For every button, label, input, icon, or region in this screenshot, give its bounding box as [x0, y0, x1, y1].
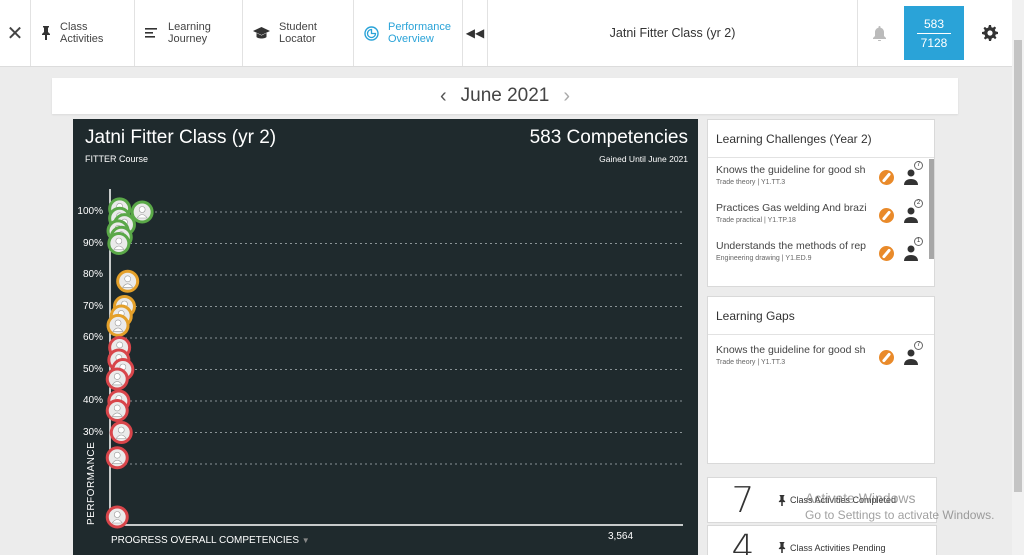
class-title: Jatni Fitter Class (yr 2) — [488, 0, 858, 66]
double-chevron-left-icon: ◀◀ — [465, 26, 485, 40]
student-point[interactable] — [105, 398, 129, 422]
learning-challenges-title: Learning Challenges (Year 2) — [708, 120, 934, 158]
nav-student-locator-label: Student Locator — [279, 21, 317, 45]
y-tick-label: 50% — [82, 363, 103, 375]
nav-class-activities-label: Class Activities — [60, 21, 104, 45]
challenge-item-meta: Trade theory | Y1.TT.3 — [716, 179, 786, 186]
pin-icon — [778, 494, 786, 506]
y-tick-label: 40% — [82, 395, 103, 406]
y-tick-label: 80% — [82, 269, 103, 280]
nav-learning-journey-label: Learning Journey — [168, 21, 211, 45]
student-point[interactable] — [105, 505, 129, 529]
student-point[interactable] — [105, 446, 129, 470]
stat-number: 7 — [731, 479, 755, 521]
learning-gaps-card: Learning Gaps Knows the guideline for go… — [707, 296, 935, 464]
x-axis-title[interactable]: PROGRESS OVERALL COMPETENCIES ▼ — [111, 535, 310, 546]
nav-student-locator[interactable]: Student Locator — [242, 0, 353, 66]
challenge-count-badge: 7 — [914, 161, 923, 170]
watermark-line1: Activate Windows — [805, 490, 916, 506]
challenge-item[interactable]: Knows the guideline for good sh... Trade… — [708, 158, 934, 196]
competency-counter[interactable]: 583 7128 — [904, 6, 964, 60]
gap-count-badge: 7 — [914, 341, 923, 350]
challenge-count-badge: 2 — [914, 199, 923, 208]
student-point[interactable] — [116, 269, 140, 293]
pin-icon — [42, 26, 50, 40]
top-navigation: ✕ Class Activities Learning Journey Stud… — [0, 0, 1012, 67]
student-point[interactable] — [130, 200, 154, 224]
month-selector: ‹ June 2021 › — [52, 78, 958, 114]
challenge-item-meta: Engineering drawing | Y1.ED.9 — [716, 255, 812, 262]
nav-performance-overview[interactable]: Performance Overview — [353, 0, 462, 66]
caret-down-icon: ▼ — [301, 536, 310, 545]
competencies-total: 583 Competencies — [529, 127, 688, 148]
settings-button[interactable] — [968, 0, 1012, 66]
competencies-gained-note: Gained Until June 2021 — [599, 154, 688, 164]
counter-divider — [917, 32, 951, 34]
graduation-cap-icon — [253, 26, 270, 38]
user-icon[interactable] — [904, 244, 920, 262]
student-point[interactable] — [109, 421, 133, 444]
y-tick-label: 100% — [77, 206, 103, 217]
previous-month-button[interactable]: ‹ — [440, 85, 447, 108]
close-icon: ✕ — [6, 22, 24, 45]
compass-icon[interactable] — [879, 208, 894, 223]
counter-gained: 583 — [923, 16, 945, 31]
watermark-line2: Go to Settings to activate Windows. — [805, 508, 995, 522]
nav-learning-journey[interactable]: Learning Journey — [134, 0, 242, 66]
y-tick-label: 90% — [82, 237, 103, 249]
pin-icon — [778, 542, 786, 553]
gear-icon — [982, 25, 998, 41]
activation-watermark: Activate Windows Go to Settings to activ… — [805, 490, 994, 524]
challenge-item-text: Practices Gas welding And brazing — [716, 202, 866, 214]
challenge-item[interactable]: Practices Gas welding And brazing Trade … — [708, 196, 934, 234]
performance-chart-panel: Jatni Fitter Class (yr 2) FITTER Course … — [73, 119, 698, 555]
x-axis-max-label: 3,564 — [608, 531, 634, 542]
stat-number: 4 — [731, 528, 755, 555]
performance-scatter-chart — [105, 189, 683, 529]
learning-challenges-card: Learning Challenges (Year 2) Knows the g… — [707, 119, 935, 287]
challenge-item-meta: Trade practical | Y1.TP.18 — [716, 217, 796, 224]
student-point[interactable] — [107, 232, 131, 255]
student-point[interactable] — [105, 367, 129, 391]
page-scrollbar-thumb[interactable] — [1014, 40, 1022, 492]
y-tick-label: 30% — [82, 426, 103, 438]
compass-icon[interactable] — [879, 246, 894, 261]
next-month-button[interactable]: › — [563, 85, 570, 108]
panel-title: Jatni Fitter Class (yr 2) — [85, 127, 277, 148]
challenge-item[interactable]: Understands the methods of rep... Engine… — [708, 234, 934, 272]
compass-icon[interactable] — [879, 170, 894, 185]
nav-performance-overview-label: Performance Overview — [388, 21, 451, 45]
student-point[interactable] — [106, 313, 130, 337]
learning-gaps-title: Learning Gaps — [708, 297, 934, 335]
challenge-count-badge: 1 — [914, 237, 923, 246]
chart-circle-icon — [364, 25, 379, 41]
gap-item-text: Knows the guideline for good sh... — [716, 344, 866, 356]
stat-activities-pending[interactable]: 4 Class Activities Pending — [707, 525, 937, 555]
close-button[interactable]: ✕ — [0, 0, 30, 66]
list-icon — [145, 28, 157, 38]
collapse-nav-button[interactable]: ◀◀ — [462, 0, 488, 66]
challenge-item-text: Understands the methods of rep... — [716, 240, 866, 252]
gap-item-meta: Trade theory | Y1.TT.3 — [716, 359, 786, 366]
user-icon[interactable] — [904, 168, 920, 186]
y-tick-label: 70% — [82, 300, 103, 312]
compass-icon[interactable] — [879, 350, 894, 365]
month-label: June 2021 — [460, 85, 550, 106]
panel-subtitle: FITTER Course — [85, 154, 149, 164]
stat-label: Class Activities Pending — [790, 542, 886, 553]
bell-icon — [872, 25, 886, 41]
notifications-button[interactable] — [858, 0, 900, 66]
y-tick-label: 60% — [82, 332, 103, 343]
counter-total: 7128 — [920, 35, 948, 50]
challenges-scrollbar[interactable] — [929, 159, 934, 259]
gap-item[interactable]: Knows the guideline for good sh... Trade… — [708, 338, 934, 376]
user-icon[interactable] — [904, 348, 920, 366]
nav-class-activities[interactable]: Class Activities — [30, 0, 134, 66]
challenge-item-text: Knows the guideline for good sh... — [716, 164, 866, 176]
y-axis-title: PERFORMANCE — [86, 441, 97, 525]
user-icon[interactable] — [904, 206, 920, 224]
